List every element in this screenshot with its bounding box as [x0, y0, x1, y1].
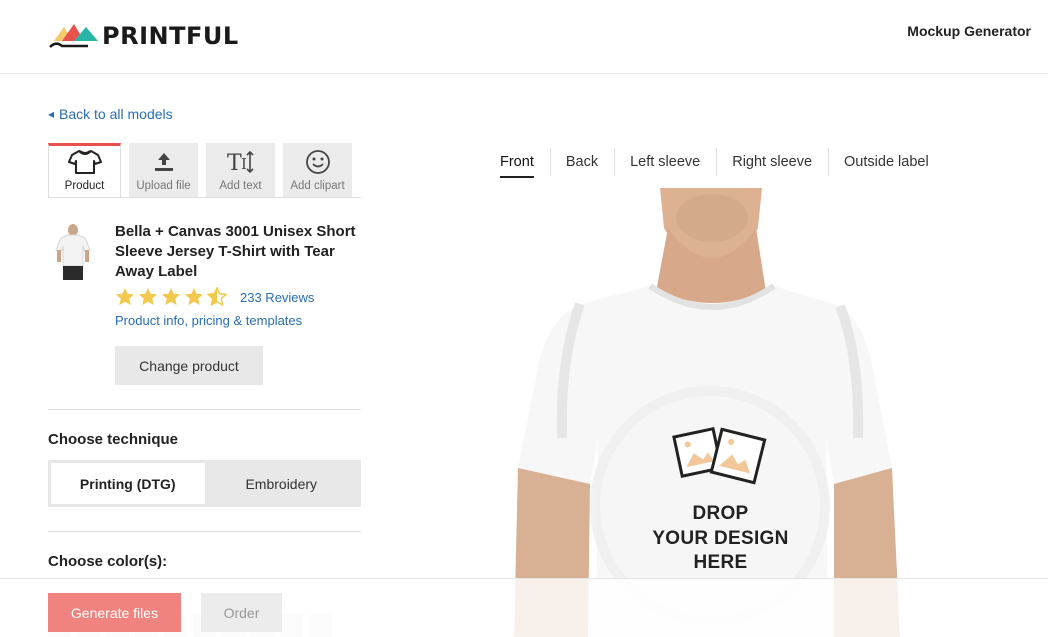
drop-text-line: DROP [692, 503, 749, 524]
upload-icon [153, 148, 175, 176]
tab-outside-label[interactable]: Outside label [828, 148, 945, 176]
rating-stars [115, 287, 227, 306]
tool-tab-add-clipart[interactable]: Add clipart [283, 143, 352, 197]
view-tabs: Front Back Left sleeve Right sleeve Outs… [484, 148, 945, 178]
tool-label: Add clipart [290, 180, 345, 192]
tool-label: Product [64, 180, 105, 192]
drop-text-line: YOUR DESIGN [652, 527, 789, 549]
back-link-label: Back to all models [59, 106, 173, 122]
header: PRINTFUL Mockup Generator [0, 0, 1048, 74]
tool-label: Upload file [136, 180, 191, 192]
tab-back[interactable]: Back [549, 148, 614, 176]
star-icon [116, 288, 134, 305]
logo-text: PRINTFUL [102, 22, 239, 50]
star-icon [185, 288, 203, 305]
section-divider [48, 531, 361, 532]
section-divider [48, 409, 361, 410]
tool-label: Add text [219, 180, 262, 192]
tab-left-sleeve[interactable]: Left sleeve [614, 148, 716, 176]
product-name: Bella + Canvas 3001 Unisex Short Sleeve … [115, 223, 356, 280]
tools-divider [48, 197, 361, 198]
half-star-icon [207, 287, 227, 306]
reviews-link[interactable]: 233 Reviews [240, 290, 314, 305]
star-icon [139, 288, 157, 305]
svg-text:I: I [241, 155, 247, 173]
arrow-left-icon: ◂ [48, 107, 55, 121]
generate-files-button[interactable]: Generate files [48, 593, 181, 632]
svg-text:T: T [227, 151, 242, 175]
technique-option-printing[interactable]: Printing (DTG) [51, 463, 205, 504]
image-placeholder-icon [672, 426, 767, 485]
smiley-icon [305, 148, 331, 176]
tool-tab-upload-file[interactable]: Upload file [129, 143, 198, 197]
page-title: Mockup Generator [907, 23, 1031, 39]
technique-selector: Printing (DTG) Embroidery [48, 460, 361, 507]
color-title: Choose color(s): [48, 553, 168, 570]
technique-option-embroidery[interactable]: Embroidery [205, 463, 359, 504]
tshirt-icon [67, 148, 102, 176]
tool-tab-add-text[interactable]: T I Add text [206, 143, 275, 197]
tab-front[interactable]: Front [484, 148, 550, 178]
star-icon [162, 288, 180, 305]
product-info-link[interactable]: Product info, pricing & templates [115, 313, 302, 328]
tool-tabs: Product Upload file T I Add text Add cli… [48, 143, 352, 197]
tool-tab-product[interactable]: Product [48, 143, 121, 197]
text-icon: T I [226, 148, 256, 176]
drop-design-text[interactable]: DROP YOUR DESIGN HERE [598, 502, 843, 576]
tab-right-sleeve[interactable]: Right sleeve [716, 148, 828, 176]
drop-text-line: HERE [693, 552, 748, 573]
product-thumbnail [52, 222, 94, 282]
technique-title: Choose technique [48, 431, 179, 448]
back-to-models-link[interactable]: ◂ Back to all models [48, 106, 173, 122]
change-product-button[interactable]: Change product [115, 346, 263, 385]
printful-logo-icon [49, 24, 98, 48]
printful-logo[interactable]: PRINTFUL [48, 20, 239, 52]
order-button[interactable]: Order [201, 593, 282, 632]
